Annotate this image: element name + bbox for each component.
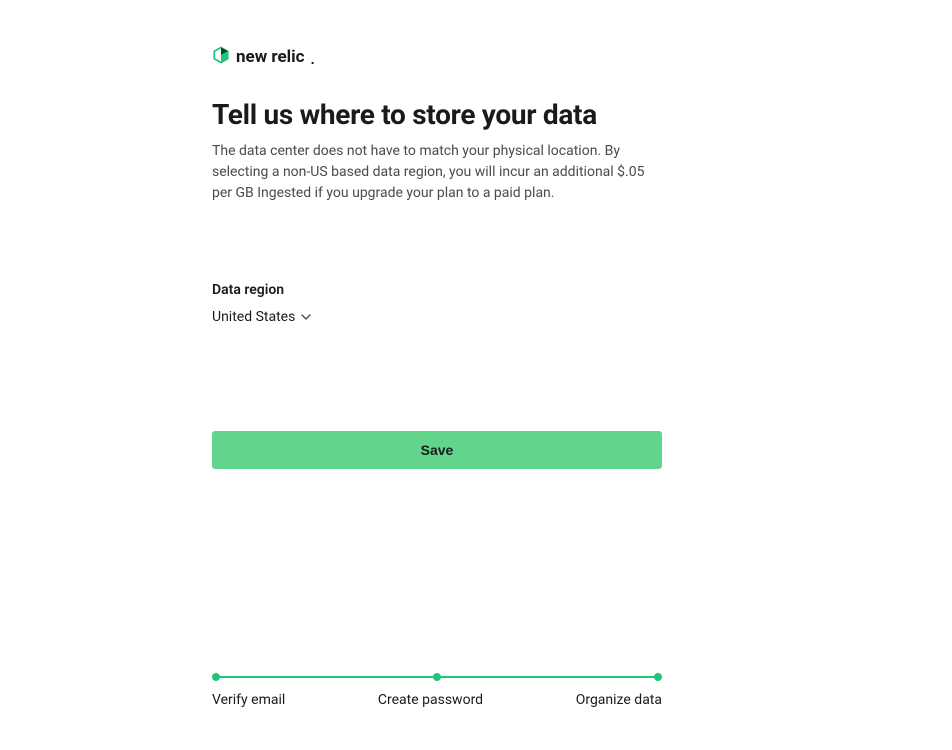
stepper-dot-3: [654, 673, 662, 681]
step-label-organize-data: Organize data: [576, 692, 662, 708]
newrelic-logo-icon: [212, 46, 230, 68]
chevron-down-icon: [301, 313, 311, 324]
stepper-dot-2: [433, 673, 441, 681]
stepper-dot-1: [212, 673, 220, 681]
brand-name: new relic: [236, 47, 305, 67]
page-title: Tell us where to store your data: [212, 98, 662, 131]
page-subtitle: The data center does not have to match y…: [212, 141, 652, 204]
save-button[interactable]: Save: [212, 431, 662, 469]
step-label-verify-email: Verify email: [212, 692, 285, 708]
data-region-select[interactable]: United States: [212, 307, 311, 327]
progress-stepper: Verify email Create password Organize da…: [212, 673, 662, 708]
data-region-value: United States: [212, 309, 295, 325]
data-region-label: Data region: [212, 282, 662, 298]
brand-logo: new relic.: [212, 46, 662, 68]
step-label-create-password: Create password: [285, 692, 575, 708]
